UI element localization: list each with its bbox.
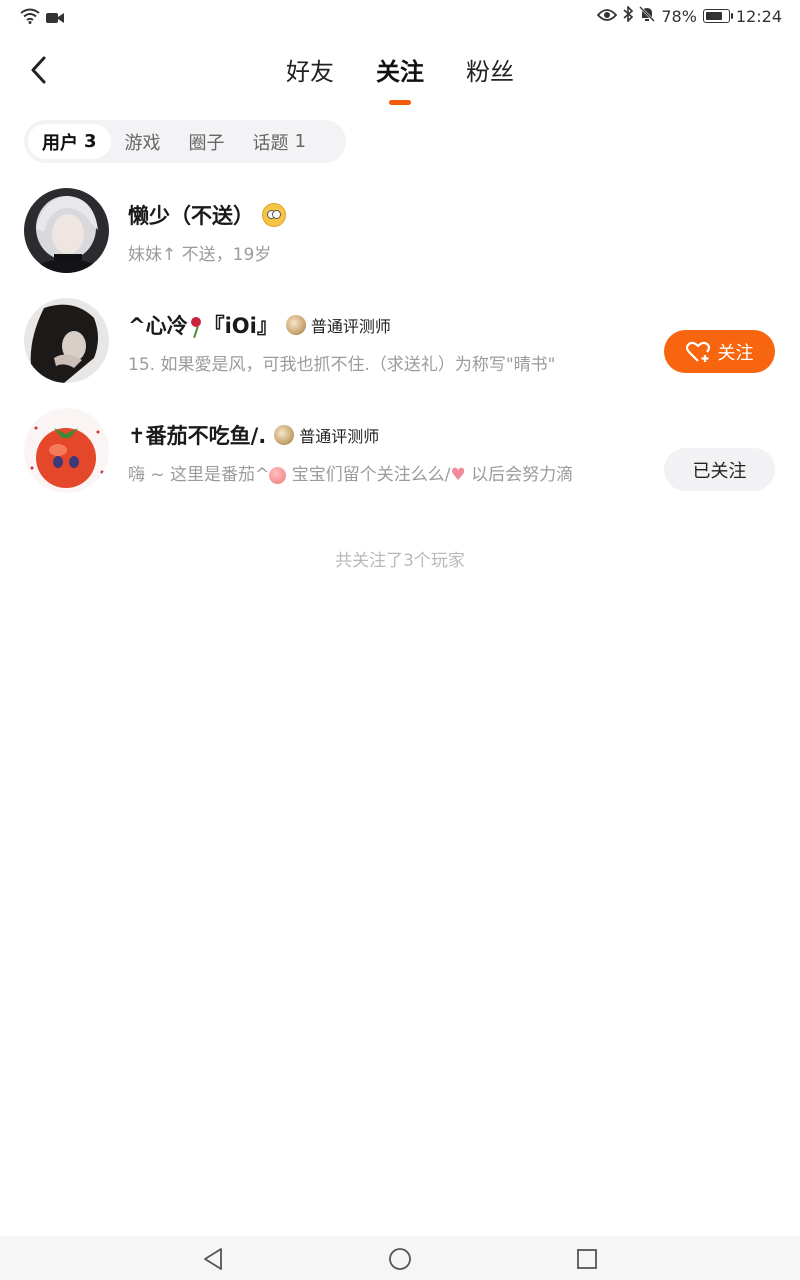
peach-emoji-icon <box>269 466 287 484</box>
user-bio-part2: 宝宝们留个关注么么/ <box>286 465 451 485</box>
user-name[interactable]: ✝番茄不吃鱼/. <box>128 420 266 450</box>
bluetooth-icon <box>623 5 634 26</box>
nav-recents-button[interactable] <box>574 1246 600 1272</box>
heart-plus-icon <box>685 341 710 362</box>
status-left-icons <box>20 8 64 28</box>
tab-fans-label: 粉丝 <box>466 58 514 86</box>
follow-button[interactable]: 关注 <box>664 330 775 373</box>
user-name-prefix: ^心冷 <box>128 314 188 338</box>
nav-home-button[interactable] <box>387 1246 413 1272</box>
reviewer-badge-label: 普通评测师 <box>299 427 380 446</box>
avatar[interactable] <box>24 188 109 273</box>
avatar[interactable] <box>24 298 109 383</box>
circle-home-icon <box>389 1248 411 1270</box>
user-bio: 15. 如果愛是风，可我也抓不住.（求送礼）为称写"晴书" <box>128 355 556 375</box>
list-item[interactable]: ^心冷 『iOi』 普通评测师 15. 如果愛是风，可我也抓不住.（求送礼）为称写… <box>0 290 800 400</box>
clock-time: 12:24 <box>735 6 782 26</box>
user-list: 懒少（不送） 妹妹↑ 不送，19岁 ^心冷 『iOi』 普通评测师 15. 如果… <box>0 180 800 510</box>
tab-fans[interactable]: 粉丝 <box>464 52 516 87</box>
user-name[interactable]: ^心冷 『iOi』 <box>128 310 278 340</box>
system-nav-bar <box>0 1236 800 1280</box>
category-tab-users[interactable]: 用户 3 <box>28 124 111 159</box>
heart-emoji-icon: ♥ <box>450 465 466 485</box>
reviewer-badge: 普通评测师 <box>274 423 379 447</box>
category-tab-users-count: 3 <box>84 131 97 152</box>
header: 好友 关注 粉丝 <box>0 40 800 110</box>
wifi-icon <box>20 8 40 28</box>
followed-button-label: 已关注 <box>692 460 747 482</box>
following-count-note: 共关注了3个玩家 <box>335 551 465 571</box>
category-tabs: 用户 3 游戏 圈子 话题 1 <box>24 120 346 163</box>
list-item[interactable]: 懒少（不送） 妹妹↑ 不送，19岁 <box>0 180 800 290</box>
nav-back-button[interactable] <box>200 1246 226 1272</box>
list-item-text: 懒少（不送） 妹妹↑ 不送，19岁 <box>128 200 760 265</box>
followed-button[interactable]: 已关注 <box>664 448 775 491</box>
category-tab-games-label: 游戏 <box>124 132 161 154</box>
bell-off-icon <box>639 6 656 26</box>
avatar[interactable] <box>24 408 109 493</box>
name-line: ✝番茄不吃鱼/. 普通评测师 <box>128 420 760 450</box>
user-bio-part3: 以后会努力滴 <box>465 465 574 485</box>
category-tab-topics-label: 话题 <box>252 132 289 154</box>
name-line: 懒少（不送） <box>128 200 760 230</box>
active-tab-indicator <box>389 100 411 105</box>
status-right-icons: 78% 12:24 <box>597 5 782 26</box>
reviewer-badge-label: 普通评测师 <box>310 317 391 336</box>
category-tab-circles-label: 圈子 <box>188 132 225 154</box>
triangle-back-icon <box>204 1248 222 1270</box>
rose-icon <box>188 316 204 338</box>
tab-friends[interactable]: 好友 <box>284 52 336 87</box>
eye-icon <box>597 7 618 26</box>
user-bio: 妹妹↑ 不送，19岁 <box>128 245 272 265</box>
tab-friends-label: 好友 <box>286 58 334 86</box>
battery-percent: 78% <box>661 6 697 26</box>
reviewer-badge: 普通评测师 <box>285 313 391 337</box>
rolling-eyes-emoji-icon <box>262 203 286 227</box>
reviewer-badge-icon <box>285 315 306 335</box>
reviewer-badge-icon <box>274 425 295 445</box>
battery-icon <box>702 9 733 23</box>
user-name[interactable]: 懒少（不送） <box>128 200 254 230</box>
status-bar: 78% 12:24 <box>0 0 800 34</box>
video-camera-icon <box>46 9 64 28</box>
category-tab-circles[interactable]: 圈子 <box>175 124 239 159</box>
tab-following[interactable]: 关注 <box>374 52 426 105</box>
list-item[interactable]: ✝番茄不吃鱼/. 普通评测师 嗨 ~ 这里是番茄^ 宝宝们留个关注么么/♥ 以后… <box>0 400 800 510</box>
category-tab-users-label: 用户 <box>42 132 78 154</box>
category-tab-topics-count: 1 <box>294 131 306 152</box>
follow-button-label: 关注 <box>717 342 754 364</box>
category-tab-topics[interactable]: 话题 1 <box>239 124 320 159</box>
user-bio-part1: 嗨 ~ 这里是番茄^ <box>128 465 270 485</box>
category-tab-games[interactable]: 游戏 <box>111 124 175 159</box>
name-line: ^心冷 『iOi』 普通评测师 <box>128 310 760 340</box>
battery-level <box>705 12 722 20</box>
user-bio: 嗨 ~ 这里是番茄^ 宝宝们留个关注么么/♥ 以后会努力滴 <box>128 460 638 485</box>
tab-following-label: 关注 <box>376 58 424 86</box>
top-tabs: 好友 关注 粉丝 <box>0 52 800 105</box>
square-recents-icon <box>577 1249 597 1269</box>
user-name-suffix: 『iOi』 <box>203 314 278 338</box>
